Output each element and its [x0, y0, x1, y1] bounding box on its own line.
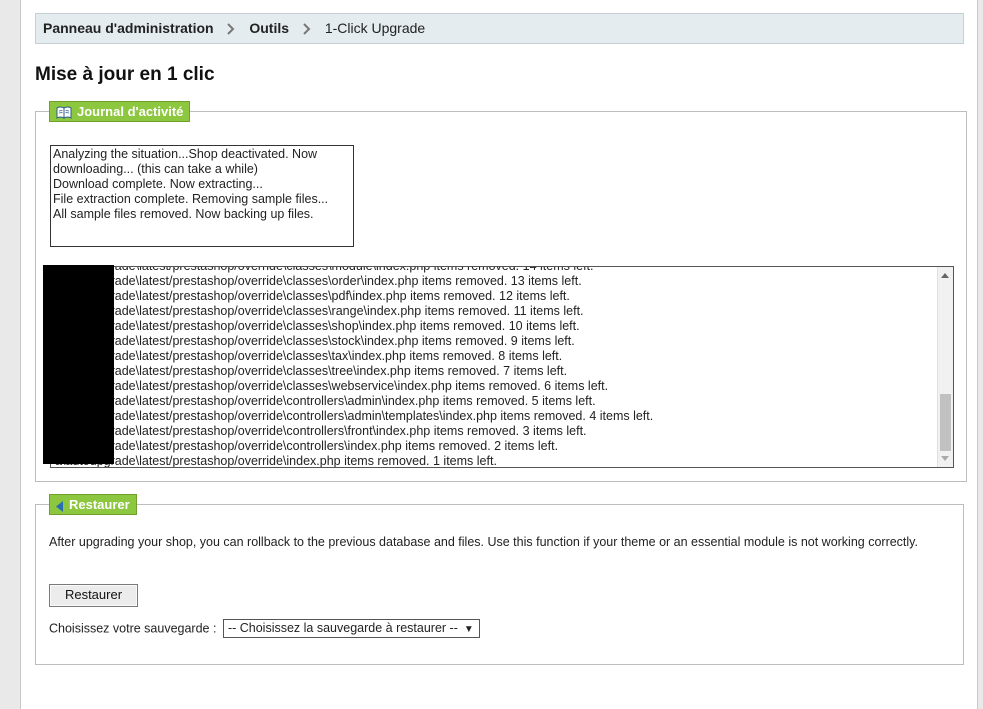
backup-select[interactable]: -- Choisissez la sauvegarde à restaurer …	[222, 619, 480, 639]
log-line: a\autoupgrade\latest/prestashop/override…	[55, 424, 587, 438]
chevron-right-icon	[303, 14, 311, 43]
breadcrumb: Panneau d'administration Outils 1-Click …	[35, 13, 964, 44]
log-line: a\autoupgrade\latest/prestashop/override…	[55, 379, 609, 393]
backup-select-value: -- Choisissez la sauvegarde à restaurer …	[227, 621, 458, 636]
restore-panel: Restaurer After upgrading your shop, you…	[35, 494, 964, 665]
activity-log-panel: Journal d'activité Analyzing the situati…	[35, 101, 967, 482]
dropdown-arrow-icon: ▼	[463, 624, 474, 636]
status-line: All sample files removed. Now backing up…	[53, 207, 314, 221]
log-line: a\autoupgrade\latest/prestashop/override…	[55, 409, 654, 423]
redaction-block	[43, 265, 114, 464]
log-line: a\autoupgrade\latest/prestashop/override…	[55, 439, 559, 453]
log-scrollbar[interactable]	[937, 267, 953, 467]
log-line: a\autoupgrade\latest/prestashop/override…	[55, 266, 594, 273]
status-line: File extraction complete. Removing sampl…	[53, 192, 329, 206]
activity-log-legend-label: Journal d'activité	[77, 104, 184, 119]
scroll-up-icon[interactable]	[941, 273, 949, 278]
restore-description: After upgrading your shop, you can rollb…	[49, 535, 918, 549]
activity-log-legend: Journal d'activité	[49, 101, 191, 124]
book-icon	[56, 105, 72, 124]
breadcrumb-admin-panel[interactable]: Panneau d'administration	[43, 20, 214, 36]
breadcrumb-tools[interactable]: Outils	[249, 20, 289, 36]
log-line: a\autoupgrade\latest/prestashop/override…	[55, 274, 582, 288]
triangle-left-icon	[56, 498, 64, 517]
log-line: a\autoupgrade\latest/prestashop/override…	[55, 394, 596, 408]
backup-select-row: Choisissez votre sauvegarde : -- Choisis…	[49, 618, 480, 639]
status-line: Download complete. Now extracting...	[53, 177, 263, 191]
status-textarea[interactable]: Analyzing the situation...Shop deactivat…	[50, 145, 354, 247]
scroll-thumb[interactable]	[940, 394, 951, 451]
scroll-down-icon[interactable]	[941, 456, 949, 461]
page-title: Mise à jour en 1 clic	[35, 64, 215, 85]
status-line: downloading... (this can take a while)	[53, 162, 258, 176]
status-line: Analyzing the situation...Shop deactivat…	[53, 147, 318, 161]
log-line: a\autoupgrade\latest/prestashop/override…	[55, 304, 584, 318]
restore-legend-label: Restaurer	[69, 497, 130, 512]
chevron-right-icon	[227, 14, 235, 43]
log-line: a\autoupgrade\latest/prestashop/override…	[55, 319, 580, 333]
breadcrumb-current: 1-Click Upgrade	[324, 20, 426, 36]
log-line: a\autoupgrade\latest/prestashop/override…	[55, 454, 497, 468]
restore-button[interactable]: Restaurer	[49, 584, 138, 607]
log-line: a\autoupgrade\latest/prestashop/override…	[55, 349, 563, 363]
log-textarea[interactable]: a\autoupgrade\latest/prestashop/override…	[50, 266, 954, 468]
log-line: a\autoupgrade\latest/prestashop/override…	[55, 289, 570, 303]
admin-page: Panneau d'administration Outils 1-Click …	[20, 0, 978, 709]
restore-legend: Restaurer	[49, 494, 137, 515]
log-line: a\autoupgrade\latest/prestashop/override…	[55, 334, 575, 348]
log-line: a\autoupgrade\latest/prestashop/override…	[55, 364, 568, 378]
log-lines: a\autoupgrade\latest/prestashop/override…	[51, 266, 935, 468]
backup-select-label: Choisissez votre sauvegarde :	[49, 621, 217, 636]
